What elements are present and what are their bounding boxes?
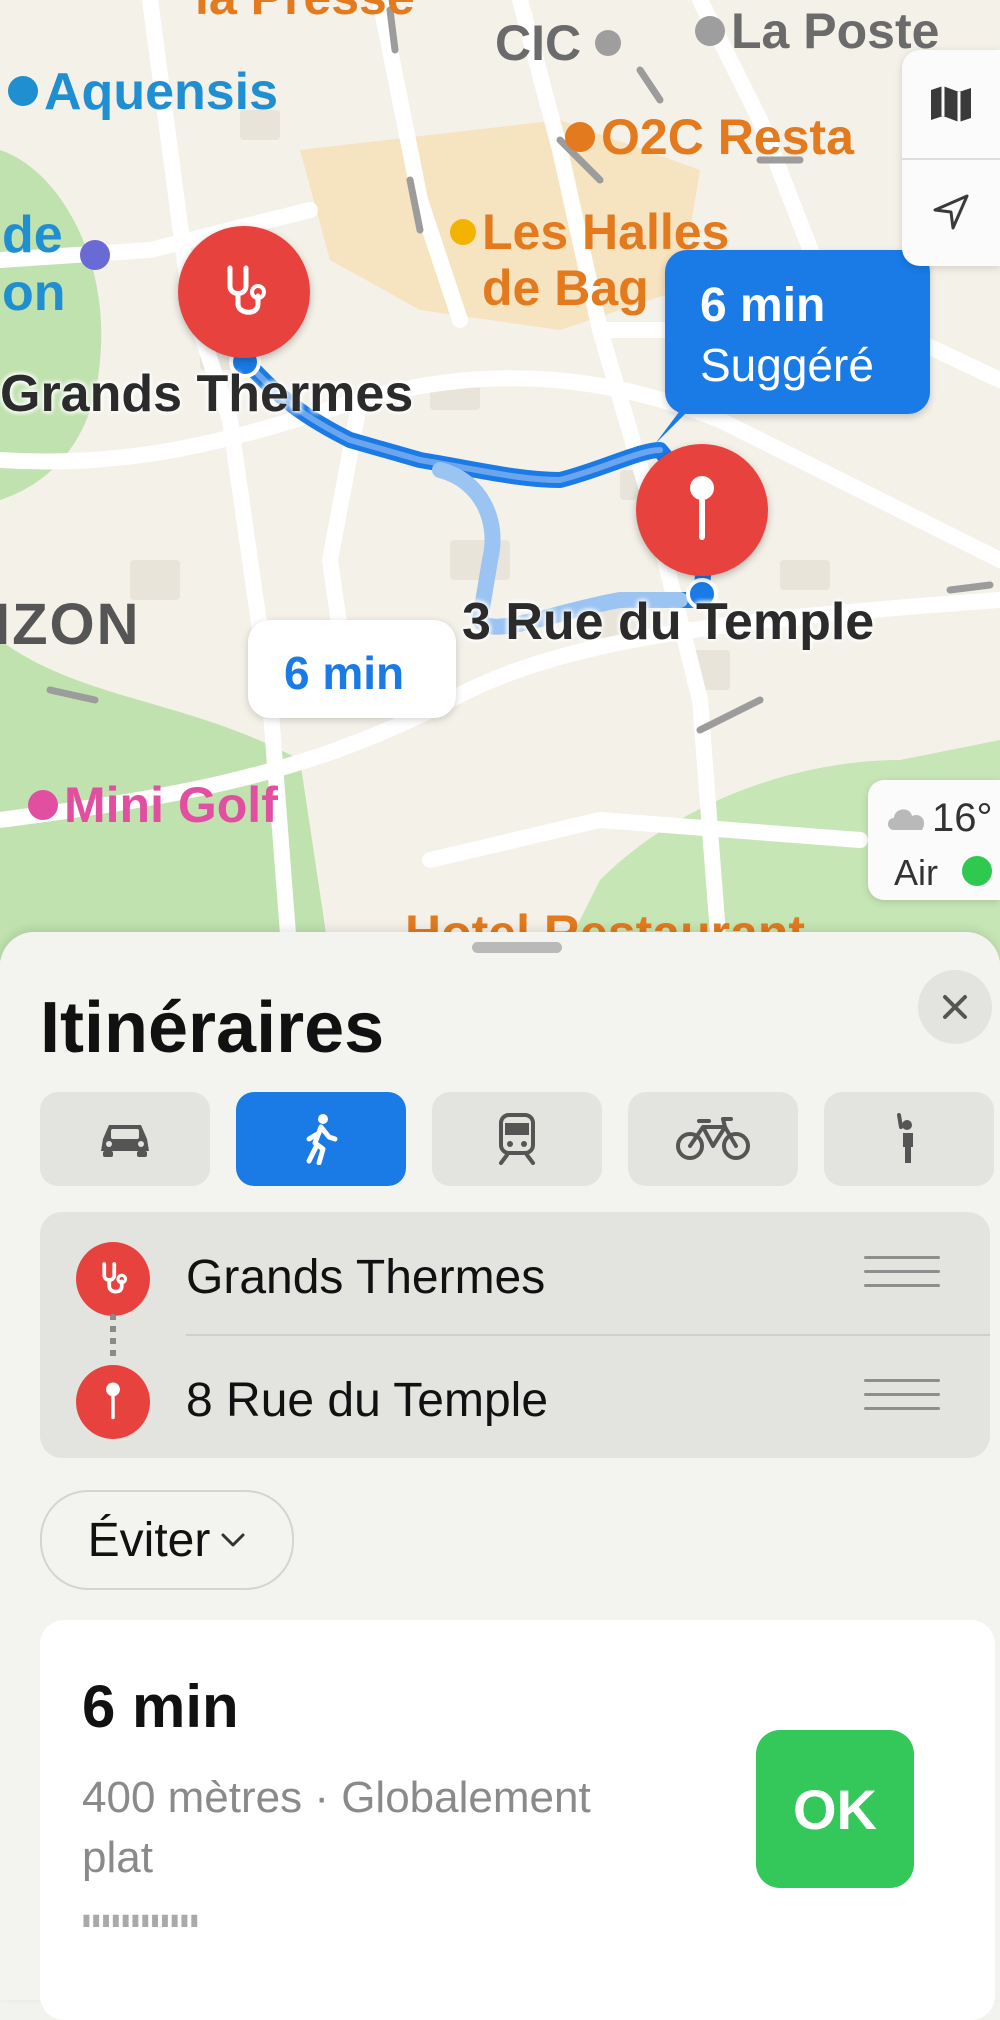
origin-pin[interactable] [178, 226, 310, 358]
route-bubble-duration: 6 min [700, 279, 826, 332]
poi-les-halles-line2: de Bag [482, 260, 649, 316]
go-button[interactable]: OK [756, 1730, 914, 1888]
poi-la-presse[interactable]: la Presse [195, 0, 415, 22]
poi-mini-golf-label: Mini Golf [64, 777, 278, 833]
rideshare-icon [897, 1113, 913, 1163]
poi-o2c[interactable]: O2C Resta [565, 112, 854, 162]
weather-temperature: 16° [932, 796, 993, 840]
route-bubble-tag: Suggéré [700, 339, 874, 391]
route-stops: Grands Thermes 8 Rue du Temple [40, 1212, 990, 1458]
train-icon [499, 1113, 535, 1165]
poi-o2c-label: O2C Resta [601, 109, 854, 165]
mode-transit-button[interactable] [432, 1092, 602, 1186]
mail-icon [695, 15, 725, 46]
elevation-profile: ▮▮▮▮▮▮▮▮▮▮▮▮ [82, 1912, 200, 1929]
sheet-title: Itinéraires [40, 988, 385, 1068]
area-label-bizon: IZON [0, 592, 141, 657]
poi-de-on-line2: on [2, 264, 66, 322]
shopping-icon [450, 218, 476, 245]
poi-la-poste[interactable]: La Poste [695, 6, 939, 56]
mode-bike-button[interactable] [628, 1092, 798, 1186]
bubble-tail [655, 404, 695, 444]
mode-rideshare-button[interactable] [824, 1092, 994, 1186]
close-icon [943, 995, 967, 1019]
sheet-grabber[interactable] [472, 942, 562, 953]
stop-origin-marker [76, 1242, 150, 1316]
avoid-label: Éviter [87, 1513, 211, 1567]
restaurant-icon [565, 121, 595, 152]
stop-destination-label: 8 Rue du Temple [186, 1374, 549, 1427]
close-button[interactable] [918, 970, 992, 1044]
stop-origin-label: Grands Thermes [186, 1251, 546, 1304]
poi-de-on-line1: de [2, 206, 63, 264]
poi-cic[interactable]: CIC [495, 18, 627, 68]
origin-label: Grands Thermes [0, 365, 414, 423]
destination-pin[interactable] [636, 444, 768, 576]
poi-cic-label: CIC [495, 15, 582, 71]
map-icon [931, 86, 971, 122]
chevron-down-icon [221, 1533, 245, 1547]
pin-icon [690, 476, 714, 540]
destination-label: 3 Rue du Temple [462, 593, 875, 651]
directions-sheet: Itinéraires Grands Thermes 8 Rue du Temp… [0, 932, 1000, 2020]
route-details: 400 mètres · Globalement plat [82, 1773, 591, 1882]
poi-mini-golf[interactable]: Mini Golf [28, 780, 278, 830]
stop-destination-marker [76, 1365, 150, 1439]
poi-aquensis[interactable]: Aquensis [8, 66, 278, 118]
bike-icon [676, 1117, 750, 1160]
stethoscope-icon [102, 1262, 128, 1294]
bank-icon [595, 29, 622, 56]
route-bubble-alternate[interactable]: 6 min [248, 620, 456, 718]
golf-icon [28, 789, 58, 820]
locate-me-button[interactable] [902, 158, 1000, 266]
reorder-handle-icon[interactable] [864, 1379, 940, 1421]
pin-icon [106, 1382, 120, 1420]
walk-icon [306, 1114, 338, 1165]
route-bubble-alt-duration: 6 min [284, 647, 405, 699]
map-controls [902, 50, 1000, 266]
poi-de-on[interactable]: de on [2, 206, 66, 322]
air-quality-indicator [962, 856, 992, 886]
weather-widget[interactable]: 16° Air [868, 780, 1000, 900]
map-mode-button[interactable] [902, 50, 1000, 158]
location-arrow-icon [933, 194, 969, 230]
car-icon [101, 1125, 149, 1157]
poi-aquensis-label: Aquensis [44, 63, 279, 121]
mode-walk-button[interactable] [236, 1092, 406, 1186]
air-quality-label: Air [894, 852, 938, 893]
route-bubble-suggested[interactable]: 6 min Suggéré [655, 250, 930, 444]
stop-destination[interactable]: 8 Rue du Temple [40, 1335, 990, 1458]
reorder-handle-icon[interactable] [864, 1256, 940, 1298]
route-duration: 6 min [82, 1673, 239, 1740]
mode-car-button[interactable] [40, 1092, 210, 1186]
stethoscope-icon [227, 265, 266, 315]
cloud-icon [888, 809, 925, 830]
star-icon [80, 240, 110, 270]
avoid-dropdown[interactable]: Éviter [40, 1490, 294, 1590]
pool-icon [8, 76, 38, 107]
map-view[interactable]: la Presse CIC La Poste Aquensis O2C Rest… [0, 0, 1000, 960]
stop-origin[interactable]: Grands Thermes [40, 1212, 990, 1336]
